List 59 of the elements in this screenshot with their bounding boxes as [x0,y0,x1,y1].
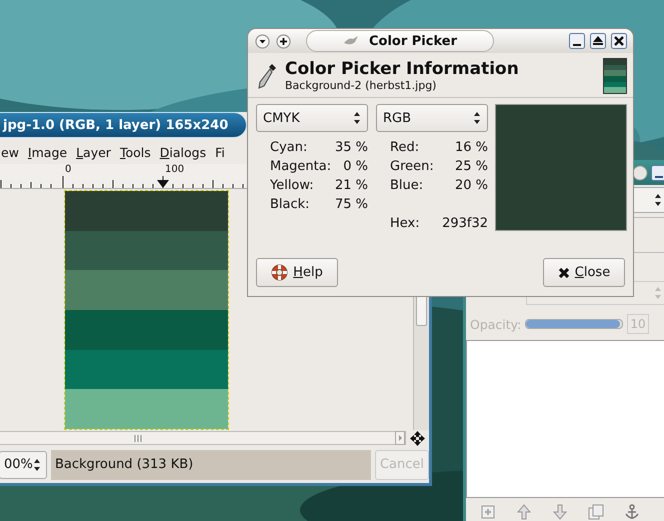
round-button-icon[interactable] [632,164,648,180]
maximize-icon[interactable] [590,33,606,49]
hex-value: 293f32 [441,215,488,233]
spin-arrows-icon[interactable] [473,111,481,125]
channel-value: 16 % [454,139,488,157]
zoom-combo[interactable]: 00% [0,450,47,478]
lifebuoy-icon [271,264,288,281]
menu-item[interactable]: Fi [210,144,229,160]
menu-icon[interactable] [255,34,270,48]
channel-label: Cyan: [270,139,308,157]
dialog-button[interactable]: Close [543,258,625,287]
color-mode-combo[interactable]: RGB [376,104,488,132]
channel-value: 20 % [454,177,488,195]
eyedropper-icon [256,62,278,90]
dialog-heading: Color Picker Information [285,60,519,78]
minimize-icon[interactable] [651,164,664,180]
anchor-icon[interactable] [624,504,640,520]
arrow-right-icon[interactable] [395,431,405,445]
channel-label: Red: [390,139,420,157]
channel-value: 21 % [334,177,368,195]
channel-label: Yellow: [270,177,315,195]
menu-item[interactable]: Image [22,144,72,160]
menu-item[interactable]: ew [0,144,23,160]
close-icon [558,266,570,278]
channel-label: Blue: [390,177,424,195]
dialog-title-bar[interactable]: Color Picker [248,29,633,53]
spin-arrows-icon[interactable] [353,111,361,125]
menu-item[interactable]: Dialogs [154,144,210,160]
channel-value: 35 % [334,139,368,157]
move-icon[interactable] [410,430,425,446]
opacity-label: Opacity: [470,316,522,332]
window-title-bar[interactable]: jpg-1.0 (RGB, 1 layer) 165x240 [0,112,247,138]
ruler-label: 0 [65,164,72,175]
ruler-pointer-icon [157,180,169,188]
spin-arrows-icon[interactable] [33,458,41,472]
status-text: Background (313 KB) [51,450,371,480]
channel-label: Magenta: [270,158,332,176]
dialog-button[interactable]: Help [256,258,338,287]
horizontal-scrollbar[interactable] [0,431,406,445]
image-layer[interactable] [65,191,228,429]
hex-label: Hex: [390,215,421,233]
layer-name: Background-2 (herbst1.jpg) [285,78,438,92]
channel-value: 75 % [334,196,368,214]
menu-item[interactable]: Layer [71,144,115,160]
image-thumbnail [603,58,627,94]
channel-label: Black: [270,196,311,214]
close-icon[interactable] [611,33,627,49]
window-title: jpg-1.0 (RGB, 1 layer) 165x240 [3,118,228,132]
plus-icon[interactable] [276,34,291,48]
minimize-icon[interactable] [569,33,585,49]
ruler-label: 100 [165,164,184,175]
menu-item[interactable]: Tools [114,144,155,160]
channel-value: 25 % [454,158,488,176]
dialog-title: Color Picker [368,34,457,48]
spin-arrows-icon[interactable] [654,193,662,207]
channel-label: Green: [390,158,435,176]
channel-value: 0 % [342,158,368,176]
color-mode-combo[interactable]: CMYK [256,104,368,132]
grip-icon [134,434,142,442]
